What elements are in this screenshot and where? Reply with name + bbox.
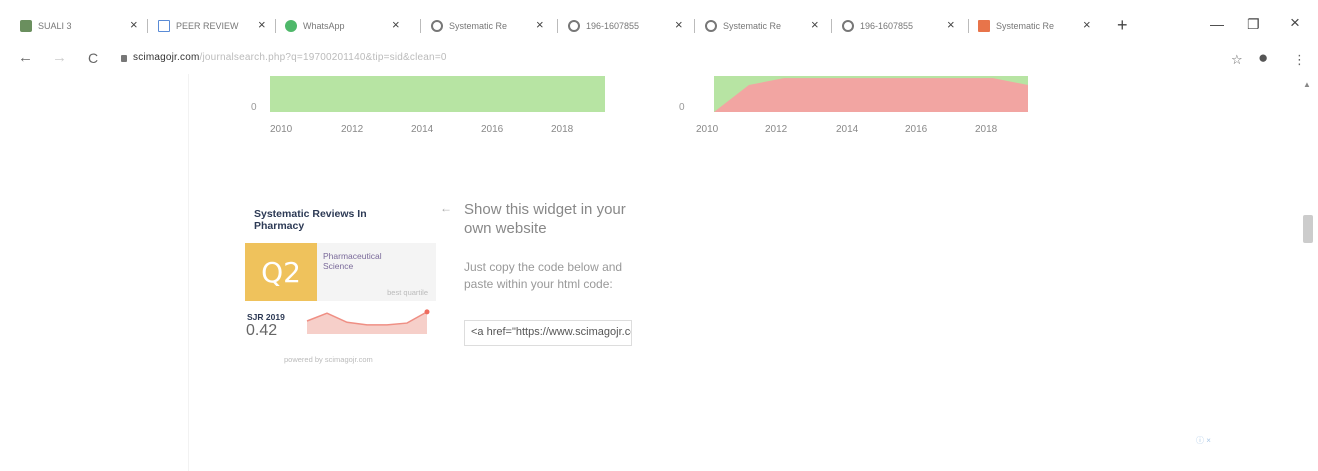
chart-area-plot	[270, 76, 605, 112]
document-icon	[158, 20, 170, 32]
x-tick-label: 2010	[270, 124, 293, 135]
category-panel: Pharmaceutical Science best quartile	[317, 243, 436, 301]
tab-divider	[147, 19, 148, 33]
category-label: Pharmaceutical Science	[323, 251, 382, 271]
x-tick-label: 2014	[411, 124, 434, 135]
tab-systematic-2[interactable]: Systematic Re ×	[705, 16, 830, 36]
widget-heading: Show this widget in your own website	[464, 201, 626, 237]
citable-docs-chart: 0 2010 2012 2014 2016 2018	[240, 74, 620, 154]
tab-divider	[275, 19, 276, 33]
best-quartile-label: best quartile	[387, 288, 428, 297]
tab-close-icon[interactable]: ×	[811, 17, 819, 32]
cited-docs-chart: 0 2010 2012 2014 2016 2018	[668, 74, 1048, 154]
x-tick-label: 2016	[905, 124, 928, 135]
tab-close-icon[interactable]: ×	[1083, 17, 1091, 32]
tab-divider	[557, 19, 558, 33]
sjr-year-label: SJR 2019	[247, 312, 285, 322]
globe-icon	[568, 20, 580, 32]
scimago-icon	[978, 20, 990, 32]
tab-divider	[420, 19, 421, 33]
back-icon[interactable]: ←	[18, 49, 33, 66]
tab-close-icon[interactable]: ×	[392, 17, 400, 32]
x-tick-label: 2016	[481, 124, 504, 135]
bookmark-star-icon[interactable]: ☆	[1231, 52, 1243, 68]
url-host: scimagojr.com	[133, 52, 200, 63]
tab-close-icon[interactable]: ×	[258, 17, 266, 32]
menu-icon[interactable]: ⋮	[1293, 52, 1306, 68]
close-window-button[interactable]: ×	[1290, 13, 1300, 33]
tab-close-icon[interactable]: ×	[675, 17, 683, 32]
embed-code-input[interactable]: <a href="https://www.scimagojr.com/journ…	[464, 320, 632, 346]
scrollbar-thumb[interactable]	[1303, 215, 1313, 243]
quartile-badge: Q2	[245, 243, 317, 301]
url-path: /journalsearch.php?q=19700201140&tip=sid…	[199, 52, 447, 63]
lock-icon	[121, 55, 127, 62]
journal-title: Systematic Reviews In Pharmacy	[254, 208, 367, 232]
globe-icon	[705, 20, 717, 32]
sjr-widget[interactable]: Systematic Reviews In Pharmacy Q2 Pharma…	[236, 198, 436, 373]
page-divider	[188, 74, 189, 471]
tab-divider	[831, 19, 832, 33]
forward-icon[interactable]: →	[52, 49, 67, 66]
tab-close-icon[interactable]: ×	[536, 17, 544, 32]
widget-instructions: Just copy the code below and paste withi…	[464, 260, 623, 291]
tab-divider	[968, 19, 969, 33]
x-tick-label: 2012	[341, 124, 364, 135]
restore-button[interactable]: ❐	[1247, 16, 1260, 33]
globe-icon	[431, 20, 443, 32]
address-bar-row: ← → C scimagojr.com/journalsearch.php?q=…	[0, 44, 1318, 74]
tab-systematic-active[interactable]: Systematic Re ×	[978, 16, 1098, 36]
tab-196-2[interactable]: 196-1607855 ×	[842, 16, 967, 36]
tab-close-icon[interactable]: ×	[130, 17, 138, 32]
tab-systematic-1[interactable]: Systematic Re ×	[431, 16, 556, 36]
x-tick-label: 2018	[551, 124, 574, 135]
sjr-trend-chart	[306, 309, 430, 334]
x-tick-label: 2010	[696, 124, 719, 135]
globe-icon	[842, 20, 854, 32]
green-series-area	[270, 76, 605, 112]
tab-whatsapp[interactable]: WhatsApp ×	[285, 16, 405, 36]
x-tick-label: 2014	[836, 124, 859, 135]
browser-tab-bar: SUALI 3 × PEER REVIEW × WhatsApp × Syste…	[0, 0, 1318, 44]
chart-area-plot	[714, 76, 1028, 112]
reload-icon[interactable]: C	[88, 50, 98, 66]
x-tick-label: 2018	[975, 124, 998, 135]
sjr-trend-area	[307, 311, 427, 334]
sjr-latest-point	[424, 309, 430, 315]
tab-close-icon[interactable]: ×	[947, 17, 955, 32]
tab-divider	[694, 19, 695, 33]
whatsapp-icon	[285, 20, 297, 32]
ad-choices-badge[interactable]: ⓘ ×	[1196, 435, 1211, 446]
x-tick-label: 2012	[765, 124, 788, 135]
tab-suali[interactable]: SUALI 3 ×	[20, 16, 138, 36]
tab-peer-review[interactable]: PEER REVIEW ×	[158, 16, 268, 36]
new-tab-button[interactable]: +	[1117, 15, 1128, 36]
arrow-left-icon: ←	[440, 201, 452, 215]
powered-by-link[interactable]: powered by scimagojr.com	[284, 355, 373, 364]
red-series-area	[714, 78, 1028, 112]
tab-196-1[interactable]: 196-1607855 ×	[568, 16, 693, 36]
url-field[interactable]: scimagojr.com/journalsearch.php?q=197002…	[133, 52, 447, 63]
image-icon	[20, 20, 32, 32]
scroll-up-arrow-icon[interactable]: ▲	[1303, 80, 1311, 89]
sjr-value: 0.42	[246, 322, 278, 339]
minimize-button[interactable]: —	[1210, 16, 1224, 32]
account-icon[interactable]: ●	[1258, 48, 1268, 68]
